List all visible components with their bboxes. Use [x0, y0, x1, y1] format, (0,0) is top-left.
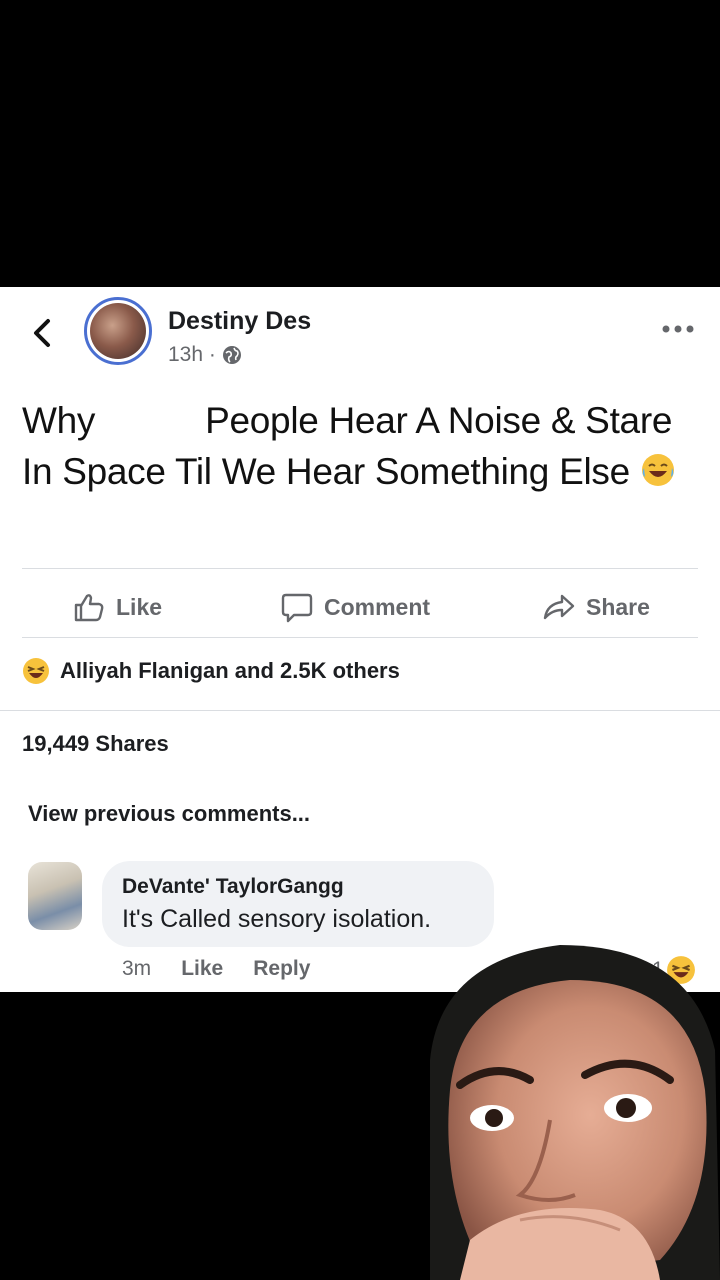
post-text-part2: People Hear A Noise & Stare In Space Til… — [22, 400, 673, 492]
post-body-text: Why People Hear A Noise & Stare In Space … — [22, 395, 702, 497]
comment-button[interactable]: Comment — [280, 577, 430, 637]
post-author-name[interactable]: Destiny Des — [168, 307, 311, 336]
post-time: 13h · — [168, 343, 216, 366]
comment-text: It's Called sensory isolation. — [122, 905, 432, 933]
globe-icon — [222, 346, 241, 364]
author-avatar-image — [90, 303, 146, 359]
haha-reaction-icon — [23, 658, 49, 684]
thumbs-up-icon — [74, 594, 104, 622]
reactions-summary[interactable]: Alliyah Flanigan and 2.5K others — [22, 657, 400, 685]
divider-top — [22, 568, 698, 569]
commenter-avatar[interactable] — [28, 862, 82, 930]
divider-actions — [22, 637, 698, 638]
comment-bubble: DeVante' TaylorGangg It's Called sensory… — [102, 861, 494, 947]
comment-meta: 3m Like Reply — [122, 957, 310, 981]
post-action-bar: Like Comment Share — [0, 577, 720, 637]
shares-count[interactable]: 19,449 Shares — [22, 731, 169, 757]
comment-reply-button[interactable]: Reply — [253, 957, 310, 981]
facebook-post-screenshot: Destiny Des 13h · Why People Hear A Noise… — [0, 287, 720, 992]
share-button[interactable]: Share — [542, 577, 650, 637]
tears-of-joy-emoji-icon — [641, 454, 674, 486]
author-avatar[interactable] — [84, 297, 152, 365]
reactions-text: Alliyah Flanigan and 2.5K others — [60, 658, 400, 683]
post-header: Destiny Des 13h · — [0, 287, 720, 377]
back-arrow-icon[interactable] — [28, 315, 56, 351]
comment-author[interactable]: DeVante' TaylorGangg — [122, 875, 474, 899]
view-previous-comments-link[interactable]: View previous comments... — [28, 801, 310, 827]
comment-label: Comment — [324, 593, 431, 620]
comment-bubble-icon — [281, 593, 313, 623]
divider-reactions — [0, 710, 720, 711]
post-meta: 13h · — [168, 343, 242, 367]
reaction-webcam-face — [430, 945, 720, 1280]
like-button[interactable]: Like — [72, 577, 162, 637]
post-text-part1: Why — [22, 400, 96, 441]
comment-time: 3m — [122, 957, 152, 980]
more-options-icon[interactable] — [660, 319, 696, 339]
like-label: Like — [116, 593, 163, 620]
comment-like-button[interactable]: Like — [181, 957, 223, 981]
video-letterbox-top — [0, 0, 720, 287]
share-label: Share — [586, 593, 650, 620]
share-arrow-icon — [543, 594, 575, 620]
